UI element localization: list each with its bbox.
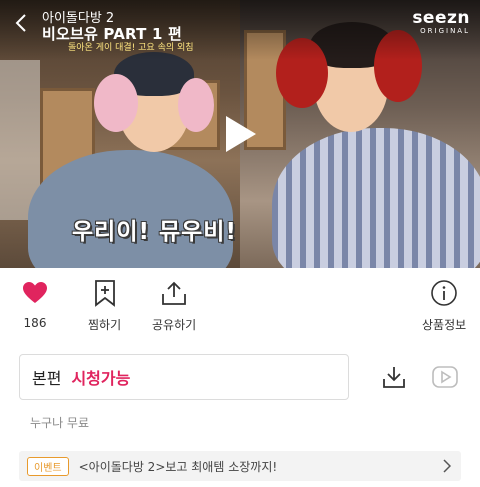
person-plaid-shirt [272,128,480,268]
pink-earmuff [94,74,138,132]
play-outline-button[interactable] [430,362,460,392]
product-info-button[interactable]: 상품정보 [422,278,466,333]
watch-status-label: 시청가능 [71,369,131,388]
event-text: <아이돌다방 2>보고 최애템 소장까지! [78,459,278,474]
download-button[interactable] [379,362,409,392]
share-icon [159,278,189,308]
product-info-label: 상품정보 [422,318,467,332]
chevron-left-icon [15,14,26,32]
share-label: 공유하기 [152,318,197,332]
action-bar: 186 찜하기 공유하기 상품정보 [0,278,480,340]
subtitle-caption: 우리이! 뮤우비! [72,219,237,245]
watch-availability-box[interactable]: 본편 시청가능 [19,354,349,400]
play-outline-icon [432,366,458,388]
person-sweater [28,150,233,268]
play-button[interactable] [218,112,262,156]
video-player[interactable]: 아이돌다방 2 비오브유 PART 1 편 돌아온 게이 대결! 고요 속의 외… [0,0,480,268]
brand-logo: seezn ORIGINAL [412,10,470,36]
share-button[interactable]: 공유하기 [152,278,196,333]
info-icon [429,278,459,308]
scene-caption: 돌아온 게이 대결! 고요 속의 외침 [68,43,194,53]
heart-icon [20,278,50,308]
back-button[interactable] [8,10,34,36]
pink-earmuff [178,78,214,132]
bookmark-label: 찜하기 [88,318,122,332]
like-count: 186 [23,316,47,330]
event-badge: 이벤트 [27,456,69,476]
download-icon [383,367,405,388]
bookmark-plus-icon [90,278,120,308]
bookmark-button[interactable]: 찜하기 [88,278,121,333]
brand-name: seezn [412,8,470,28]
content-type-label: 본편 [32,369,62,388]
play-icon [226,116,256,152]
like-button[interactable]: 186 [20,278,50,330]
access-note: 누구나 무료 [30,416,90,430]
event-banner[interactable]: 이벤트 <아이돌다방 2>보고 최애템 소장까지! [19,451,461,481]
brand-sub: ORIGINAL [420,27,470,35]
chevron-right-icon [443,459,451,473]
